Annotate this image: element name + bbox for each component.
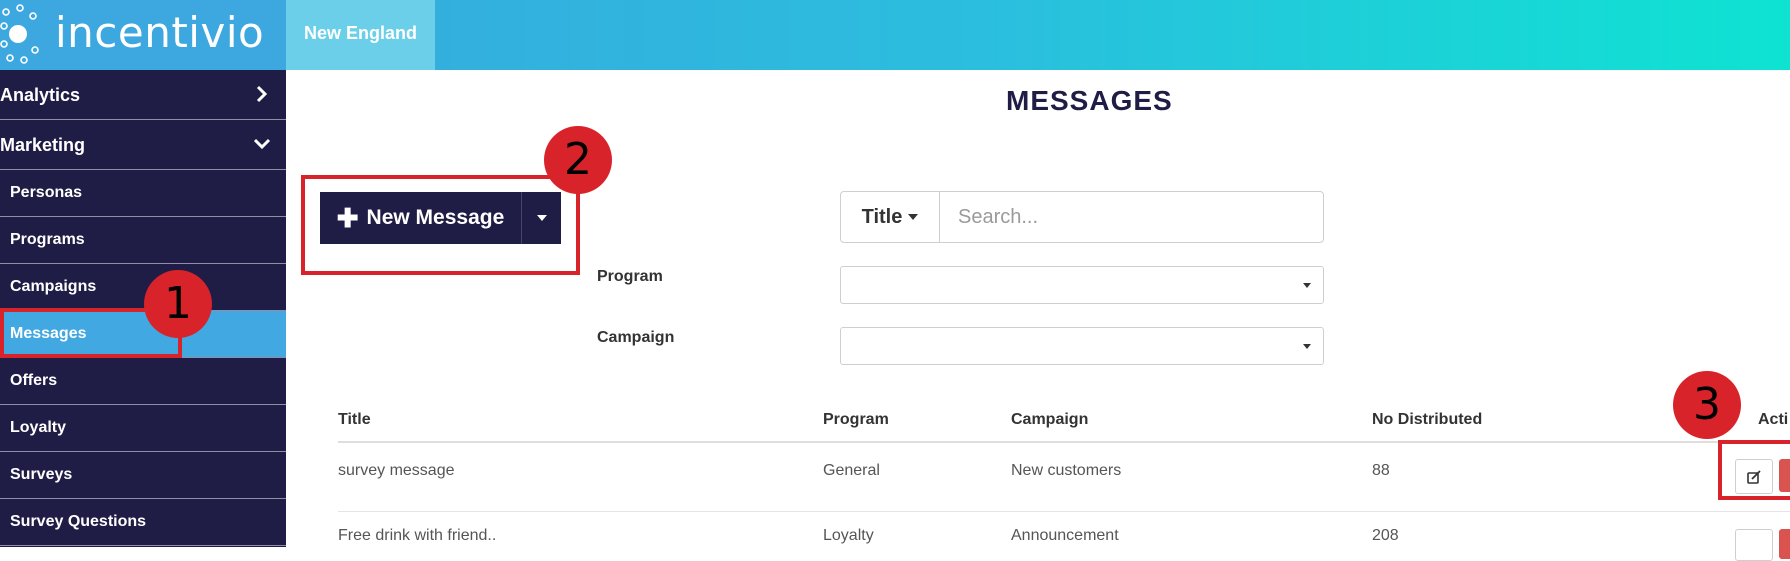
cell-title: survey message [338,462,455,479]
search-group: Title [840,191,1324,243]
annotation-number-1: 1 [144,270,212,338]
sidebar-item-label: Offers [10,372,58,389]
sidebar-item-label: Analytics [0,85,81,105]
campaign-filter-label: Campaign [597,329,675,346]
cell-campaign: Announcement [1011,527,1119,544]
sidebar-item-survey-questions[interactable]: Survey Questions [0,499,286,546]
logo-dots-icon [0,4,39,64]
search-input[interactable] [940,192,1323,242]
campaign-select[interactable] [840,327,1324,365]
caret-down-icon [908,214,919,220]
column-header-distributed[interactable]: No Distributed [1372,411,1482,429]
column-header-actions: Acti [1758,411,1789,428]
chevron-down-icon [253,138,271,150]
annotation-number-2: 2 [544,126,612,194]
column-header-program[interactable]: Program [823,411,889,429]
logo-text: incentivio [55,8,265,57]
sidebar-item-label: Survey Questions [10,513,147,530]
sidebar-item-label: Surveys [10,466,73,483]
sidebar-item-campaigns[interactable]: Campaigns [0,264,286,311]
program-filter-label: Program [597,268,663,285]
page-title: MESSAGES [1006,85,1173,116]
cell-program: General [823,462,880,479]
annotation-number-3: 3 [1673,371,1741,439]
sidebar-item-analytics[interactable]: Analytics [0,70,286,120]
program-select[interactable] [840,266,1324,304]
header-divider [338,441,1790,443]
column-header-title[interactable]: Title [338,411,371,429]
cell-distributed: 88 [1372,462,1390,479]
row-divider [338,511,1790,512]
search-field-label: Title [861,205,903,228]
search-field-selector[interactable]: Title [841,192,940,242]
logo[interactable]: incentivio [0,0,286,70]
chevron-right-icon [256,85,268,103]
caret-down-icon [1303,344,1311,349]
sidebar-item-programs[interactable]: Programs [0,217,286,264]
column-header-campaign[interactable]: Campaign [1011,411,1088,429]
sidebar-item-label: Programs [10,231,85,248]
sidebar-item-loyalty[interactable]: Loyalty [0,405,286,452]
sidebar-item-label: Marketing [0,135,86,155]
cell-title: Free drink with friend.. [338,527,497,544]
cell-campaign: New customers [1011,462,1122,479]
sidebar-item-offers[interactable]: Offers [0,358,286,405]
annotation-box-2 [301,175,580,275]
annotation-box-3 [1718,440,1790,500]
sidebar-item-marketing[interactable]: Marketing [0,120,286,170]
delete-button[interactable] [1779,529,1790,559]
sidebar-item-label: Campaigns [10,278,97,295]
top-bar: incentivio New England [0,0,1790,70]
cell-program: Loyalty [823,527,874,544]
sidebar-item-personas[interactable]: Personas [0,170,286,217]
sidebar-item-label: Personas [10,184,83,201]
sidebar-item-surveys[interactable]: Surveys [0,452,286,499]
sidebar-item-label: Loyalty [10,419,67,436]
caret-down-icon [1303,283,1311,288]
region-tab[interactable]: New England [286,0,435,70]
edit-button[interactable] [1735,529,1773,561]
cell-distributed: 208 [1372,527,1399,544]
